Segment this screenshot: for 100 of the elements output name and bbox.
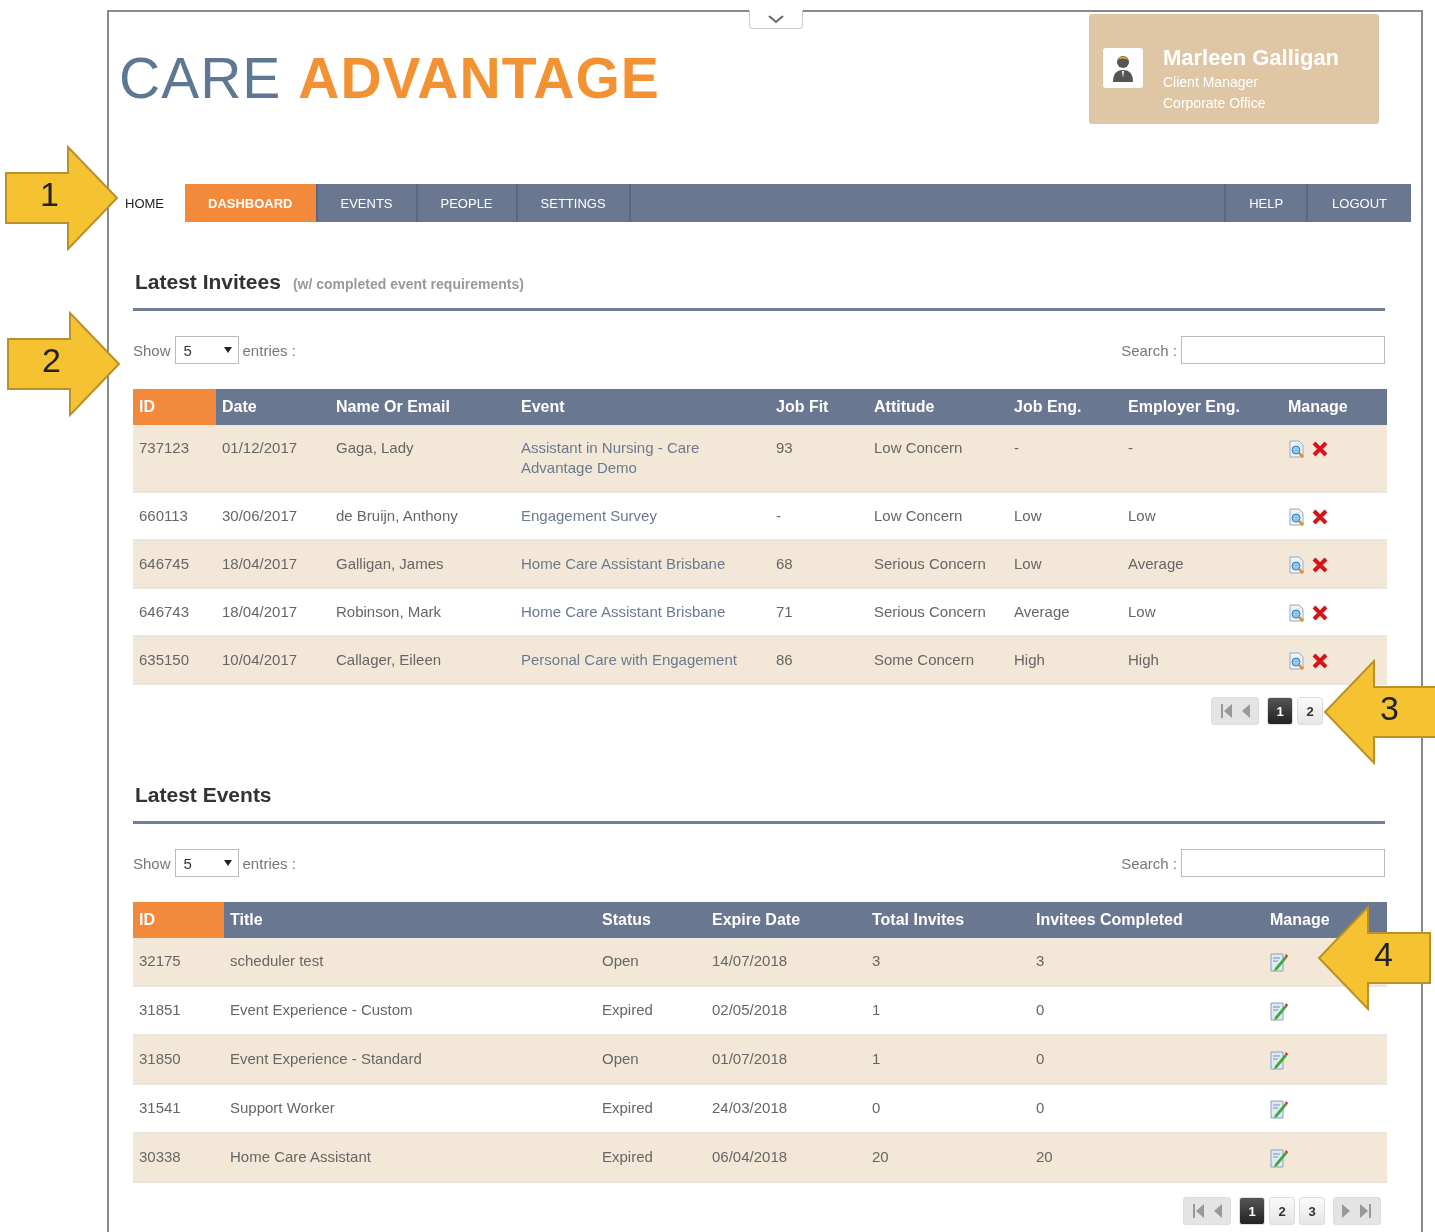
column-header[interactable]: Attitude — [868, 389, 1008, 425]
table-cell: Expired — [596, 1133, 706, 1183]
callout-number: 4 — [1374, 937, 1393, 971]
edit-icon[interactable] — [1270, 1148, 1288, 1169]
table-cell: 86 — [770, 636, 868, 685]
nav-tab[interactable]: SETTINGS — [517, 184, 631, 222]
entries-dropdown[interactable]: 5 — [174, 336, 239, 364]
table-cell: Low Concern — [868, 425, 1008, 492]
edit-icon[interactable] — [1270, 1050, 1288, 1071]
table-cell: 01/12/2017 — [216, 425, 330, 492]
show-label: Show — [133, 854, 171, 872]
search-field[interactable] — [1181, 336, 1385, 364]
view-document-icon[interactable] — [1288, 652, 1306, 671]
delete-icon[interactable] — [1312, 509, 1328, 526]
user-office: Corporate Office — [1163, 94, 1267, 113]
table-cell: scheduler test — [224, 938, 596, 987]
page-button[interactable]: 3 — [1299, 1197, 1325, 1226]
event-link[interactable]: Assistant in Nursing - Care Advantage Demo — [515, 425, 770, 492]
search-label: Search : — [1121, 854, 1177, 872]
view-document-icon[interactable] — [1288, 556, 1306, 575]
column-header[interactable]: Name Or Email — [330, 389, 515, 425]
table-cell: High — [1122, 636, 1282, 685]
entries-label: entries : — [242, 854, 296, 872]
view-document-icon[interactable] — [1288, 604, 1306, 623]
show-label: Show — [133, 341, 171, 359]
page-button[interactable]: 1 — [1239, 1197, 1265, 1226]
table-cell: Callager, Eileen — [330, 636, 515, 685]
page-button[interactable]: 2 — [1269, 1197, 1295, 1226]
edit-icon[interactable] — [1270, 1099, 1288, 1120]
user-role: Client Manager — [1163, 73, 1259, 92]
table-cell: 18/04/2017 — [216, 540, 330, 589]
column-header[interactable]: Invitees Completed — [1030, 902, 1264, 939]
delete-icon[interactable] — [1312, 605, 1328, 622]
table-cell: 93 — [770, 425, 868, 492]
column-header[interactable]: Manage — [1282, 389, 1387, 425]
delete-icon[interactable] — [1312, 557, 1328, 574]
table-cell: Average — [1122, 540, 1282, 589]
event-link[interactable]: Home Care Assistant Brisbane — [515, 540, 770, 589]
view-document-icon[interactable] — [1288, 508, 1306, 527]
dropdown-arrow-icon — [223, 347, 232, 353]
table-cell: 20 — [866, 1133, 1030, 1183]
table-cell: Open — [596, 1035, 706, 1085]
column-header[interactable]: Job Eng. — [1008, 389, 1122, 425]
column-header[interactable]: Employer Eng. — [1122, 389, 1282, 425]
nav-link[interactable]: HELP — [1226, 184, 1309, 222]
column-header[interactable]: Date — [216, 389, 330, 425]
first-prev-button[interactable] — [1183, 1197, 1231, 1226]
section-subtitle: (w/ completed event requirements) — [292, 276, 524, 292]
column-header[interactable]: Expire Date — [706, 902, 866, 939]
first-page-icon — [1192, 1204, 1204, 1219]
search-field[interactable] — [1181, 849, 1385, 878]
section-title: Latest Events — [135, 783, 272, 808]
table-cell: 68 — [770, 540, 868, 589]
first-prev-button[interactable] — [1211, 697, 1259, 726]
previous-page-icon — [1214, 1204, 1222, 1219]
column-header[interactable]: ID — [133, 389, 216, 425]
table-cell: Home Care Assistant — [224, 1133, 596, 1183]
callout-number: 1 — [40, 177, 59, 211]
edit-icon[interactable] — [1270, 952, 1288, 973]
table-cell: 3 — [1030, 938, 1264, 987]
nav-tab[interactable]: PEOPLE — [417, 184, 518, 222]
column-header[interactable]: Job Fit — [770, 389, 868, 425]
section-title: Latest Invitees — [135, 270, 281, 294]
collapse-tab[interactable] — [749, 10, 803, 29]
logo[interactable]: CARE ADVANTAGE — [119, 50, 660, 107]
nav-link[interactable]: LOGOUT — [1308, 184, 1411, 222]
last-page-icon — [1360, 1204, 1372, 1219]
event-link[interactable]: Personal Care with Engagement — [515, 636, 770, 685]
table-cell: 30338 — [133, 1133, 224, 1183]
page-button[interactable]: 1 — [1267, 697, 1293, 726]
delete-icon[interactable] — [1312, 441, 1328, 458]
column-header[interactable]: Event — [515, 389, 770, 425]
nav-tab[interactable]: DASHBOARD — [185, 184, 318, 222]
dropdown-arrow-icon — [223, 860, 232, 867]
view-document-icon[interactable] — [1288, 440, 1306, 459]
table-cell: Some Concern — [868, 636, 1008, 685]
edit-icon[interactable] — [1270, 1001, 1288, 1022]
table-cell: Event Experience - Standard — [224, 1035, 596, 1085]
column-header[interactable]: Status — [596, 902, 706, 939]
home-link[interactable]: HOME — [109, 184, 185, 222]
table-cell: 01/07/2018 — [706, 1035, 866, 1085]
page-button[interactable]: 2 — [1297, 697, 1323, 726]
previous-page-icon — [1242, 704, 1250, 719]
entries-dropdown[interactable]: 5 — [174, 849, 239, 878]
table-cell: - — [1122, 425, 1282, 492]
callout-number: 3 — [1380, 691, 1399, 725]
column-header[interactable]: Total Invites — [866, 902, 1030, 939]
chevron-down-icon — [768, 14, 784, 24]
column-header[interactable]: ID — [133, 902, 224, 939]
nav-tab[interactable]: EVENTS — [317, 184, 418, 222]
table-cell: 646745 — [133, 540, 216, 589]
table-cell: 737123 — [133, 425, 216, 492]
column-header[interactable]: Title — [224, 902, 596, 939]
table-cell: 14/07/2018 — [706, 938, 866, 987]
next-last-button[interactable] — [1333, 1197, 1381, 1226]
search-label: Search : — [1121, 341, 1177, 359]
table-cell: 635150 — [133, 636, 216, 685]
delete-icon[interactable] — [1312, 653, 1328, 670]
table-cell: 31850 — [133, 1035, 224, 1085]
table-cell: Open — [596, 938, 706, 987]
